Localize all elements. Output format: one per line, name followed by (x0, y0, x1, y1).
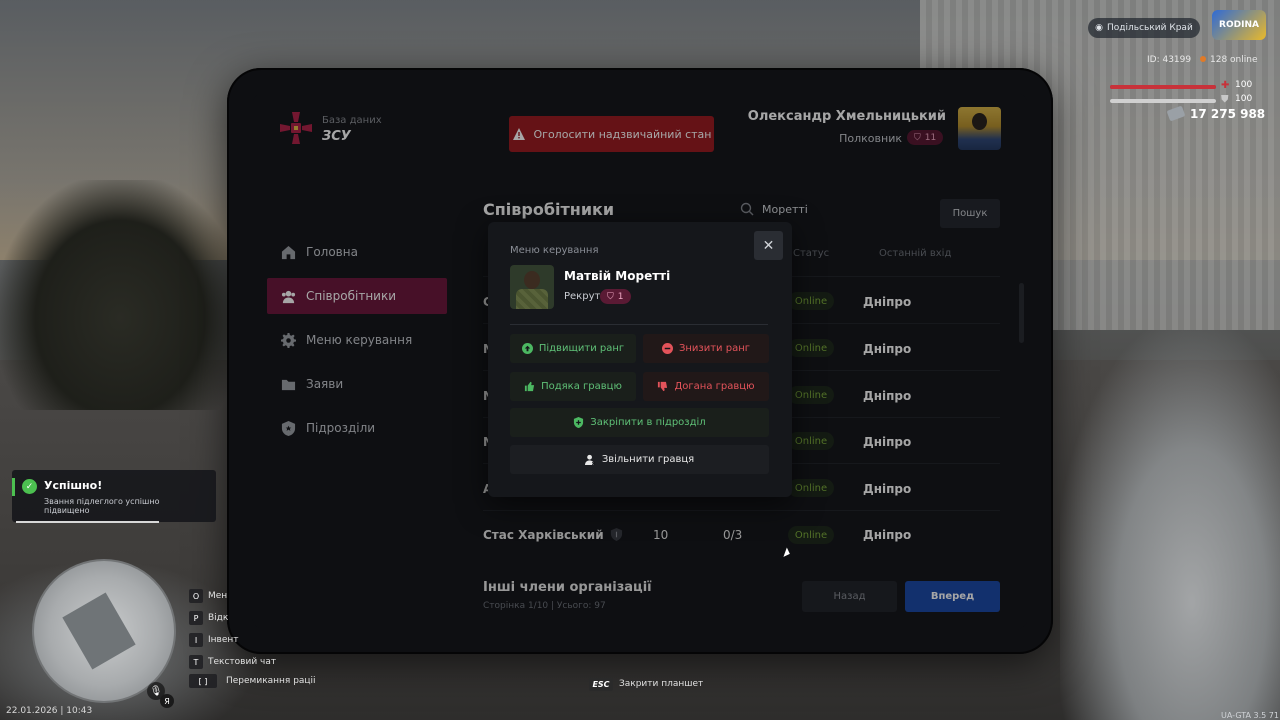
user-remove-icon (584, 454, 596, 465)
online-count: 128 online (1200, 55, 1258, 65)
server-icon: ◉ (1095, 23, 1104, 33)
toast-title: Успішно! (44, 479, 103, 492)
check-icon: ✓ (22, 479, 37, 494)
armor-value: 100 (1235, 94, 1253, 104)
server-logo: RODINA (1212, 10, 1266, 40)
snow-patch (1060, 330, 1280, 720)
esc-key: ESC (589, 678, 613, 691)
minus-circle-icon (661, 343, 673, 354)
thanks-button[interactable]: Подяка гравцю (510, 372, 636, 401)
member-rank-badge: ⛉ 1 (600, 289, 631, 304)
fire-player-button[interactable]: Звільнити гравця (510, 445, 769, 474)
online-dot-icon (1200, 56, 1206, 62)
toast-progress (16, 521, 159, 523)
thumbs-up-icon (525, 381, 535, 392)
member-name: Матвій Моретті (564, 269, 671, 283)
player-id: ID: 43199 (1147, 55, 1192, 65)
hotkey: O (189, 589, 203, 603)
reprimand-button[interactable]: Догана гравцю (643, 372, 769, 401)
server-name: Подільський Край (1107, 23, 1193, 33)
hotkey-label: Відк (208, 613, 229, 623)
promote-button[interactable]: Підвищити ранг (510, 334, 636, 363)
hotkey: T (189, 655, 203, 669)
hotkey-label: Текстовий чат (208, 657, 277, 667)
hotkey: I (189, 633, 203, 647)
datetime: 22.01.2026 | 10:43 (6, 706, 93, 716)
hotkey-label: Перемикання раціі (226, 676, 316, 686)
rank-shield-icon: ⛉ (607, 291, 614, 302)
assign-unit-button[interactable]: Закріпити в підрозділ (510, 408, 769, 437)
armor-icon: ⛊ (1221, 94, 1229, 105)
arrow-up-circle-icon (521, 343, 533, 354)
close-tablet-hint: Закрити планшет (619, 679, 704, 689)
close-button[interactable]: ✕ (754, 231, 783, 260)
vehicle-silhouette (0, 180, 240, 410)
hotkey-label: Інвент (208, 635, 239, 645)
member-rank: Рекрут (564, 291, 601, 302)
health-icon: ✚ (1221, 80, 1230, 91)
toast-text: Звання підлеглого успішно підвищено (44, 497, 160, 516)
shield-plus-icon (574, 417, 584, 428)
divider (510, 324, 768, 325)
health-value: 100 (1235, 80, 1253, 90)
close-icon: ✕ (762, 237, 775, 254)
hotkey-label: Мен (208, 591, 228, 601)
modal-title: Меню керування (510, 245, 599, 256)
member-avatar (510, 265, 554, 309)
armor-bar (1110, 99, 1216, 103)
demote-button[interactable]: Знизити ранг (643, 334, 769, 363)
thumbs-down-icon (658, 381, 668, 392)
money-amount: 17 275 988 (1190, 107, 1266, 121)
language-indicator: Я (160, 694, 174, 708)
health-bar (1110, 85, 1216, 89)
version-label: UA-GTA 3.5 71 (1221, 711, 1279, 720)
hotkey: [ ] (189, 674, 217, 688)
hotkey: P (189, 611, 203, 625)
server-name-pill: ◉ Подільський Край (1088, 18, 1200, 38)
